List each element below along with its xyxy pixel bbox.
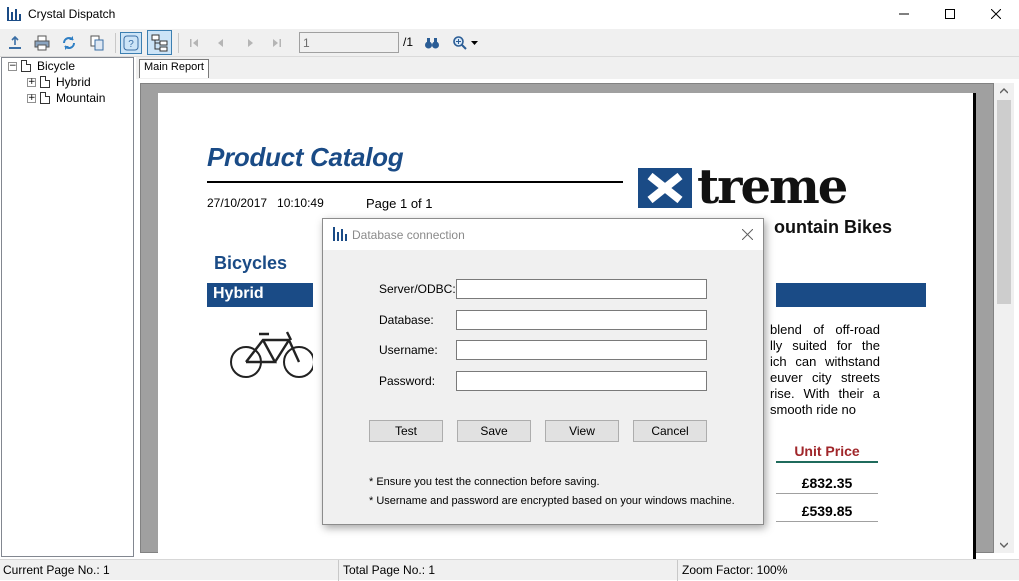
dialog-title-bar: Database connection [323,219,763,250]
database-input[interactable] [456,310,707,330]
toolbar: ? [0,29,1019,57]
test-button[interactable]: Test [369,420,443,442]
server-input[interactable] [456,279,707,299]
database-connection-dialog: Database connection Server/ODBC: Databas… [322,218,764,525]
refresh-button[interactable] [58,32,80,54]
current-page-status: Current Page No.: 1 [0,560,339,581]
svg-text:?: ? [128,39,134,50]
group-tree-toggle-button[interactable] [147,30,172,55]
status-bar: Current Page No.: 1 Total Page No.: 1 Zo… [0,559,1019,581]
note-text: * Username and password are encrypted ba… [369,495,735,507]
scroll-down-icon [1000,542,1008,548]
app-window: Crystal Dispatch ? 1 /1 − Bicycle + Hybr… [0,0,1019,581]
report-date: 27/10/2017 10:10:49 [207,196,324,210]
vertical-scrollbar[interactable] [994,83,1014,553]
toolbar-separator [178,33,179,53]
print-button[interactable] [31,32,53,54]
window-title: Crystal Dispatch [28,7,116,21]
title-bar: Crystal Dispatch [0,0,1019,28]
server-label: Server/ODBC: [379,282,456,296]
xtreme-logo [638,168,692,208]
printer-icon [34,35,50,51]
zoom-dropdown-button[interactable] [450,32,480,54]
report-page-number: Page 1 of 1 [366,196,433,211]
document-icon [21,60,31,72]
group-header: Hybrid [207,283,313,307]
tree-node-bicycle[interactable]: − Bicycle [8,58,75,74]
tree-node-mountain[interactable]: + Mountain [27,90,105,106]
find-button[interactable] [421,32,443,54]
close-icon[interactable] [742,229,753,240]
maximize-icon [945,9,955,19]
expand-icon[interactable]: + [27,93,36,103]
minimize-icon [899,13,909,15]
chart-icon [333,227,347,241]
total-page-status: Total Page No.: 1 [340,560,678,581]
note-text: * Ensure you test the connection before … [369,476,600,488]
document-icon [40,76,50,88]
zoom-status: Zoom Factor: 100% [682,563,788,577]
dialog-title: Database connection [352,228,465,242]
document-icon [40,92,50,104]
help-icon: ? [123,35,139,51]
bicycle-image [230,331,313,378]
tree-node-label: Mountain [56,91,106,105]
refresh-icon [63,36,75,50]
maximize-button[interactable] [927,0,973,28]
cancel-button[interactable]: Cancel [633,420,707,442]
username-input[interactable] [456,340,707,360]
group-header-bar [776,283,926,307]
previous-page-button[interactable] [210,32,232,54]
chevron-down-icon [471,40,478,45]
first-page-button[interactable] [183,32,205,54]
save-button[interactable]: Save [457,420,531,442]
toolbar-separator [115,33,116,53]
tree-node-hybrid[interactable]: + Hybrid [27,74,91,90]
copy-button[interactable] [86,32,108,54]
next-page-button[interactable] [239,32,261,54]
logo-wordmark: treme [697,159,848,215]
report-tab-strip: Main Report [136,57,1019,79]
previous-page-icon [218,39,223,47]
tree-icon [151,34,167,51]
last-page-icon [273,39,281,47]
tree-node-label: Hybrid [56,75,91,89]
chart-icon [7,7,21,21]
first-page-icon [190,39,198,47]
help-button[interactable]: ? [120,32,142,54]
tree-node-label: Bicycle [37,59,76,73]
title-underline [207,181,623,183]
report-title: Product Catalog [207,142,404,172]
expand-icon[interactable]: + [27,77,36,87]
price-cell: £832.35 [776,475,878,494]
product-description: blend of off-road lly suited for the ich… [770,322,880,417]
next-page-icon [248,39,253,47]
export-button[interactable] [4,32,26,54]
price-cell: £539.85 [776,503,878,522]
copy-icon [90,35,104,51]
page-number-input[interactable] [299,32,399,53]
collapse-icon[interactable]: − [8,61,17,71]
export-icon [9,35,21,49]
view-button[interactable]: View [545,420,619,442]
page-total-label: /1 [403,35,414,49]
database-label: Database: [379,313,434,327]
close-button[interactable] [973,0,1019,28]
group-tree-panel [1,57,134,557]
binoculars-icon [425,38,439,49]
minimize-button[interactable] [881,0,927,28]
username-label: Username: [379,343,438,357]
password-input[interactable] [456,371,707,391]
section-heading: Bicycles [214,253,288,273]
logo-x-icon [647,172,683,204]
scroll-up-icon [1000,88,1008,94]
last-page-button[interactable] [266,32,288,54]
logo-subtitle: ountain Bikes [774,217,893,237]
unit-price-header: Unit Price [776,443,878,463]
zoom-icon [453,36,467,50]
password-label: Password: [379,374,436,388]
scrollbar-thumb[interactable] [997,100,1011,304]
close-icon [991,9,1001,19]
tab-main-report[interactable]: Main Report [139,59,209,78]
